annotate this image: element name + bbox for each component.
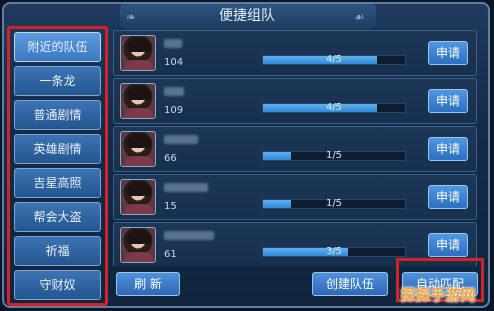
member-count-text: 4/5 — [325, 102, 343, 113]
category-nearby-teams[interactable]: 附近的队伍 — [14, 32, 101, 62]
leader-name-obscured — [164, 39, 182, 48]
category-sidebar: 附近的队伍 一条龙 普通剧情 英雄剧情 吉星高照 帮会大盗 祈福 守财奴 — [7, 26, 108, 306]
leader-avatar — [120, 179, 156, 215]
category-normal-story[interactable]: 普通剧情 — [14, 100, 101, 130]
member-count-text: 1/5 — [325, 150, 343, 161]
leader-avatar — [120, 35, 156, 71]
leader-avatar — [120, 131, 156, 167]
category-hero-story[interactable]: 英雄剧情 — [14, 134, 101, 164]
leader-level: 66 — [164, 153, 177, 164]
leader-name-obscured — [164, 135, 198, 144]
leader-name-obscured — [164, 87, 184, 96]
leader-level: 15 — [164, 201, 177, 212]
category-guild-thief[interactable]: 帮会大盗 — [14, 202, 101, 232]
apply-button[interactable]: 申请 — [428, 89, 468, 113]
category-lucky-star[interactable]: 吉星高照 — [14, 168, 101, 198]
apply-button[interactable]: 申请 — [428, 185, 468, 209]
leader-level: 104 — [164, 57, 184, 68]
member-count-bar: 1/5 — [262, 198, 406, 209]
leader-avatar — [120, 83, 156, 119]
member-count-bar: 4/5 — [262, 102, 406, 113]
leader-level: 109 — [164, 105, 184, 116]
member-count-text: 1/5 — [325, 198, 343, 209]
site-watermark: 探探手游网 — [400, 286, 476, 304]
apply-button[interactable]: 申请 — [428, 41, 468, 65]
leader-name-obscured — [164, 231, 214, 240]
apply-button[interactable]: 申请 — [428, 137, 468, 161]
team-row: 15 1/5 申请 — [113, 174, 477, 220]
team-list: 104 4/5 申请 109 4/5 申请 66 1/5 申请 15 1/5 申… — [113, 30, 477, 266]
leader-level: 61 — [164, 249, 177, 260]
member-count-bar: 4/5 — [262, 54, 406, 65]
team-row: 104 4/5 申请 — [113, 30, 477, 76]
team-row: 109 4/5 申请 — [113, 78, 477, 124]
category-one-dragon[interactable]: 一条龙 — [14, 66, 101, 96]
member-count-text: 4/5 — [325, 54, 343, 65]
apply-button[interactable]: 申请 — [428, 233, 468, 257]
team-row: 66 1/5 申请 — [113, 126, 477, 172]
category-blessing[interactable]: 祈福 — [14, 236, 101, 266]
member-count-bar: 3/5 — [262, 246, 406, 257]
member-count-bar: 1/5 — [262, 150, 406, 161]
refresh-button[interactable]: 刷 新 — [116, 272, 180, 296]
create-team-button[interactable]: 创建队伍 — [312, 272, 388, 296]
category-miser[interactable]: 守财奴 — [14, 270, 101, 300]
leader-avatar — [120, 227, 156, 263]
leader-name-obscured — [164, 183, 208, 192]
member-count-text: 3/5 — [325, 246, 343, 257]
